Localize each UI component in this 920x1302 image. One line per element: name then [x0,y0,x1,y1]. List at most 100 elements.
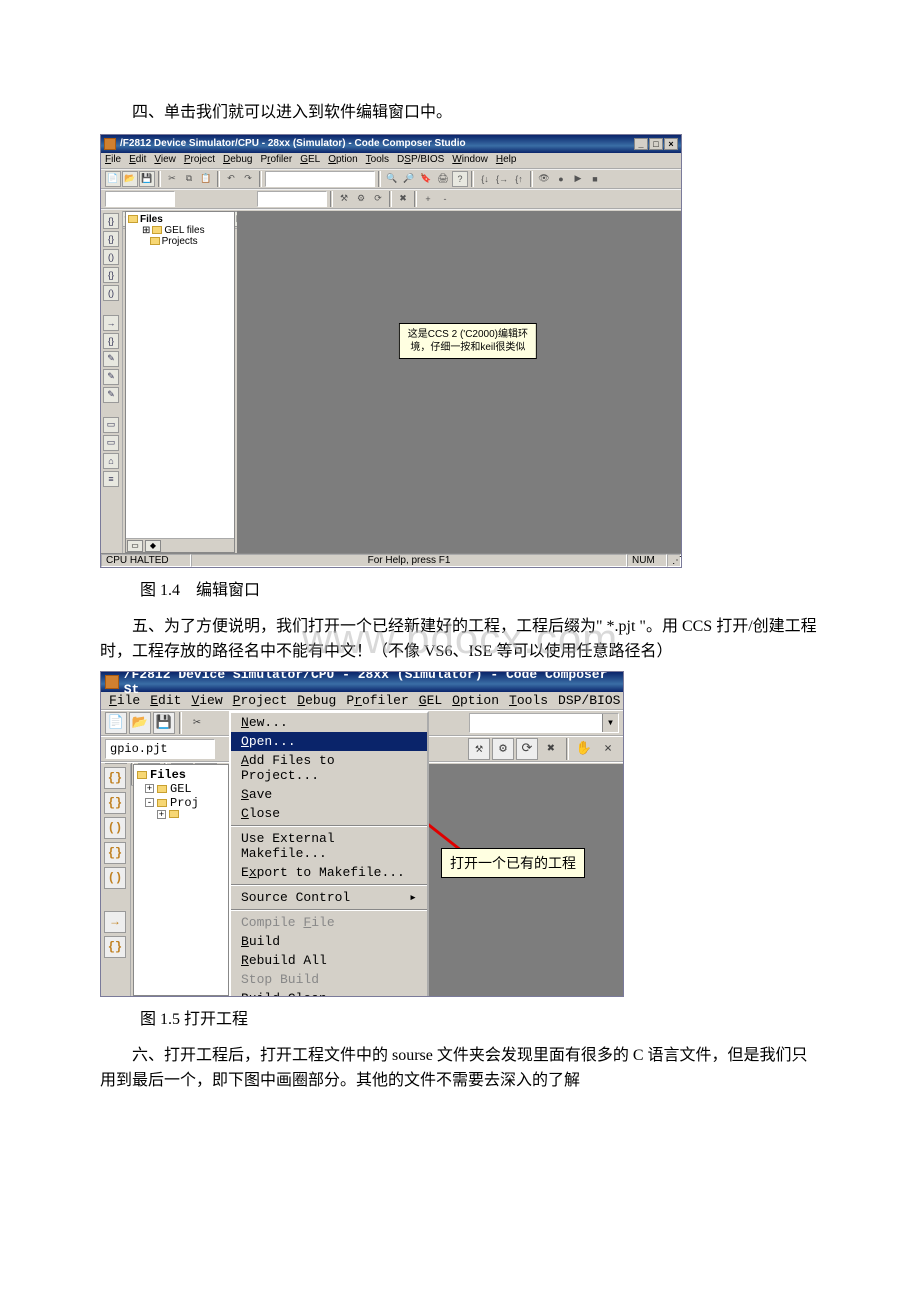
chevron-down-icon[interactable]: ▾ [602,714,618,732]
menu-view[interactable]: View [154,154,176,167]
menu-option[interactable]: Option [450,693,501,708]
menu-file[interactable]: File [107,693,142,708]
dock-btn-1[interactable]: {} [104,767,126,789]
menu-item-close[interactable]: Close [231,804,427,823]
dock-btn-2[interactable]: {} [103,231,119,247]
dock-btn-10[interactable]: ✎ [103,387,119,403]
paste-icon[interactable]: 📋 [198,171,214,187]
expand-icon[interactable]: + [157,810,166,819]
dock-btn-3[interactable]: () [104,817,126,839]
copy-icon[interactable]: ⧉ [181,171,197,187]
breakpoint-icon[interactable]: ● [553,171,569,187]
dock-btn-13[interactable]: ⌂ [103,453,119,469]
redo-icon[interactable]: ↷ [240,171,256,187]
menu-item-open[interactable]: Open... [231,732,427,751]
menu-item-save[interactable]: Save [231,785,427,804]
minimize-button[interactable]: _ [634,138,648,150]
menu-option[interactable]: Option [328,154,357,167]
project-tree[interactable]: Files +GEL -Proj + [133,764,229,996]
menu-project[interactable]: Project [184,154,215,167]
menu-dspbios[interactable]: DSP/BIOS [397,154,444,167]
rebuild-icon[interactable]: ⟳ [516,738,538,760]
dock-btn-4[interactable]: {} [103,267,119,283]
dock-btn-5[interactable]: () [103,285,119,301]
build-all-icon[interactable]: ⚙ [353,191,369,207]
find-icon[interactable]: 🔍 [384,171,400,187]
stop-build-icon[interactable]: ✖ [540,738,562,760]
dock-btn-12[interactable]: ▭ [103,435,119,451]
project-tree[interactable]: Files ⊞ GEL files Projects ▭ ◆ [125,211,235,553]
menu-gel[interactable]: GEL [417,693,444,708]
menu-item-use-external-makefile[interactable]: Use External Makefile... [231,829,427,863]
save-icon[interactable]: 💾 [153,712,175,734]
bookmark-icon[interactable]: 🔖 [418,171,434,187]
dock-btn-6[interactable]: → [104,911,126,933]
build-icon[interactable]: ⚙ [492,738,514,760]
menu-window[interactable]: Window [452,154,488,167]
menu-debug[interactable]: Debug [295,693,338,708]
new-file-icon[interactable]: 📄 [105,712,127,734]
dock-btn-4[interactable]: {} [104,842,126,864]
dock-btn-6[interactable]: → [103,315,119,331]
tree-tab-1[interactable]: ▭ [127,540,143,552]
print-icon[interactable]: 🖨 [435,171,451,187]
find-next-icon[interactable]: 🔎 [401,171,417,187]
project-combo[interactable] [105,191,175,207]
open-file-icon[interactable]: 📂 [129,712,151,734]
config-combo[interactable] [257,191,327,207]
menu-help[interactable]: Help [496,154,517,167]
breakpoint-toggle-icon[interactable]: ✋ [573,738,595,760]
menu-item-build[interactable]: Build [231,932,427,951]
menu-view[interactable]: View [189,693,224,708]
menu-tools[interactable]: Tools [507,693,550,708]
close-button[interactable]: × [664,138,678,150]
menu-item-new[interactable]: New... [231,713,427,732]
open-file-icon[interactable]: 📂 [122,171,138,187]
menu-item-build-clean[interactable]: Build Clean [231,989,427,997]
menu-profiler[interactable]: Profiler [344,693,410,708]
dock-btn-5[interactable]: () [104,867,126,889]
dock-btn-14[interactable]: ≡ [103,471,119,487]
menu-profiler[interactable]: Profiler [260,154,292,167]
compile-icon[interactable]: ⚒ [468,738,490,760]
help-icon[interactable]: ? [452,171,468,187]
dock-btn-11[interactable]: ▭ [103,417,119,433]
undo-icon[interactable]: ↶ [223,171,239,187]
dock-btn-1[interactable]: {} [103,213,119,229]
menu-item-export-makefile[interactable]: Export to Makefile... [231,863,427,882]
stop-build-icon[interactable]: ✖ [395,191,411,207]
rebuild-icon[interactable]: ⟳ [370,191,386,207]
zoom-out-icon[interactable]: - [437,191,453,207]
dock-btn-8[interactable]: ✎ [103,351,119,367]
menu-dspbios[interactable]: DSP/BIOS [556,693,622,708]
expand-icon[interactable]: + [145,784,154,793]
menu-item-rebuild-all[interactable]: Rebuild All [231,951,427,970]
zoom-in-icon[interactable]: + [420,191,436,207]
run-icon[interactable]: ▶ [570,171,586,187]
step-out-icon[interactable]: {↑ [511,171,527,187]
menu-edit[interactable]: Edit [148,693,183,708]
menu-gel[interactable]: GEL [300,154,320,167]
maximize-button[interactable]: □ [649,138,663,150]
cut-icon[interactable]: ✂ [186,712,208,734]
collapse-icon[interactable]: - [145,798,154,807]
new-file-icon[interactable]: 📄 [105,171,121,187]
menu-tools[interactable]: Tools [366,154,389,167]
step-over-icon[interactable]: {→ [494,171,510,187]
breakpoint-clear-icon[interactable]: ⨯ [597,738,619,760]
menu-file[interactable]: File [105,154,121,167]
dock-btn-7[interactable]: {} [103,333,119,349]
dock-btn-7[interactable]: {} [104,936,126,958]
dock-btn-9[interactable]: ✎ [103,369,119,385]
dock-btn-2[interactable]: {} [104,792,126,814]
cut-icon[interactable]: ✂ [164,171,180,187]
menu-project[interactable]: Project [231,693,290,708]
watch-icon[interactable]: 👁 [536,171,552,187]
step-into-icon[interactable]: {↓ [477,171,493,187]
compile-icon[interactable]: ⚒ [336,191,352,207]
tree-tab-2[interactable]: ◆ [145,540,161,552]
halt-icon[interactable]: ■ [587,171,603,187]
menu-edit[interactable]: Edit [129,154,146,167]
menu-debug[interactable]: Debug [223,154,252,167]
menu-item-source-control[interactable]: Source Control▸ [231,888,427,907]
